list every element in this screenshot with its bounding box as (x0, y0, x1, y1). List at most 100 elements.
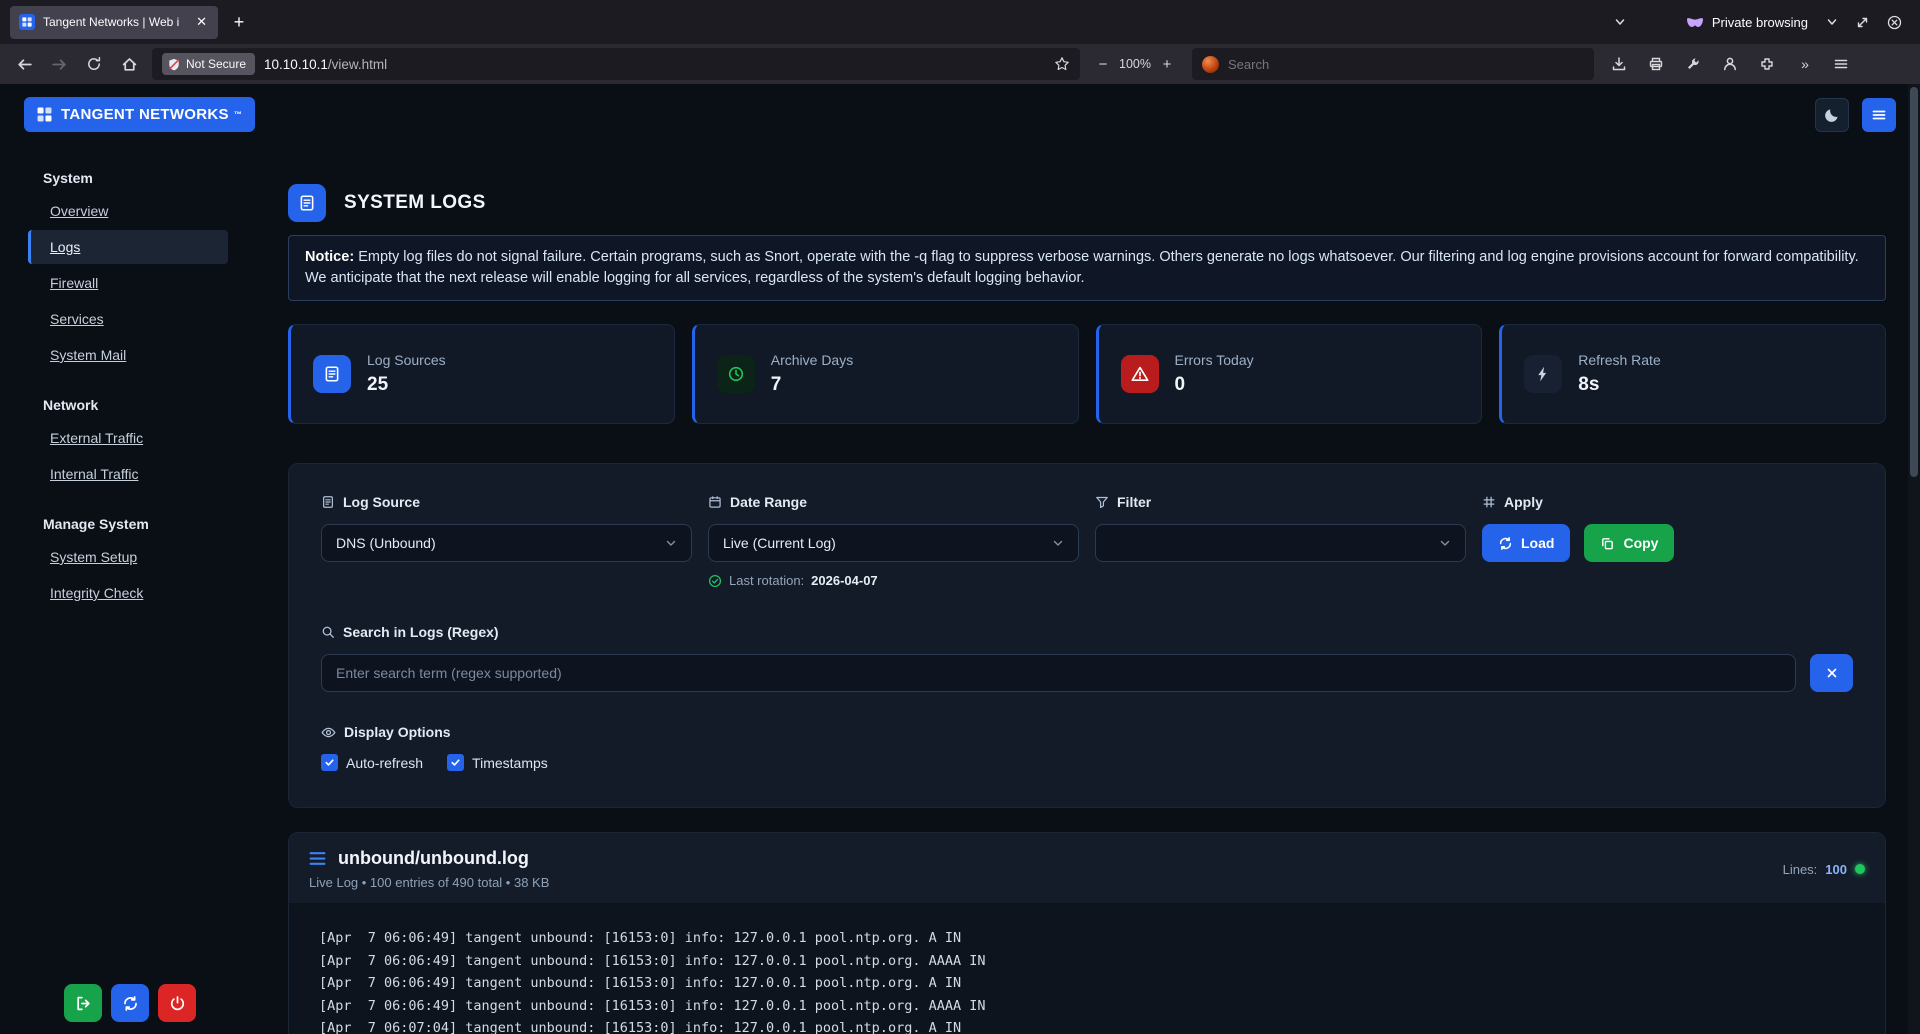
copy-button-label: Copy (1623, 535, 1658, 551)
chevron-down-icon (1439, 537, 1451, 549)
overflow-menu-button[interactable]: » (1788, 49, 1820, 79)
shield-icon (168, 58, 180, 71)
zoom-out-button[interactable]: − (1091, 51, 1115, 77)
sidebar-section-system: System (24, 170, 228, 186)
date-range-value: Live (Current Log) (723, 535, 836, 551)
apply-group: Apply Load Copy (1482, 494, 1853, 588)
reload-button[interactable] (78, 49, 110, 79)
sidebar-item-integrity-check[interactable]: Integrity Check (28, 576, 228, 610)
last-rotation: Last rotation: 2026-04-07 (708, 573, 1079, 588)
date-range-select[interactable]: Live (Current Log) (708, 524, 1079, 562)
sidebar-item-services[interactable]: Services (28, 302, 228, 336)
stat-label: Archive Days (771, 352, 853, 368)
notice-text: Empty log files do not signal failure. C… (305, 249, 1859, 286)
page-title: SYSTEM LOGS (344, 192, 486, 214)
log-line: [Apr 7 06:06:49] tangent unbound: [16153… (319, 972, 1861, 995)
stats-row: Log Sources25 Archive Days7 Errors Today… (288, 324, 1886, 424)
nav-menu-button[interactable] (1862, 98, 1896, 132)
funnel-icon (1095, 495, 1109, 509)
auto-refresh-checkbox[interactable]: Auto-refresh (321, 754, 423, 771)
print-button[interactable] (1640, 49, 1672, 79)
timestamps-checkbox[interactable]: Timestamps (447, 754, 548, 771)
notice-banner: Notice: Empty log files do not signal fa… (288, 235, 1886, 301)
last-rotation-label: Last rotation: (729, 573, 804, 588)
window-chevron-icon[interactable] (1826, 16, 1838, 28)
url-host: 10.10.10.1 (264, 57, 328, 72)
log-menu-icon[interactable] (309, 851, 326, 866)
brand-logo[interactable]: TANGENT NETWORKS™ (24, 97, 255, 132)
power-button[interactable] (158, 984, 196, 1022)
sidebar-item-overview[interactable]: Overview (28, 194, 228, 228)
date-range-group: Date Range Live (Current Log) Last rotat… (708, 494, 1079, 588)
back-button[interactable] (8, 49, 40, 79)
log-source-select[interactable]: DNS (Unbound) (321, 524, 692, 562)
log-viewer-header: unbound/unbound.log Live Log • 100 entri… (289, 833, 1885, 903)
security-badge-label: Not Secure (186, 57, 246, 71)
sidebar-item-system-setup[interactable]: System Setup (28, 540, 228, 574)
forward-button[interactable] (43, 49, 75, 79)
tab-close-icon[interactable]: ✕ (194, 14, 209, 30)
extensions-button[interactable] (1751, 49, 1783, 79)
home-button[interactable] (113, 49, 145, 79)
new-tab-button[interactable]: + (224, 7, 254, 37)
last-rotation-value: 2026-04-07 (811, 573, 878, 588)
browser-menu-button[interactable] (1825, 49, 1857, 79)
stat-value: 25 (367, 374, 446, 396)
sidebar-section-manage: Manage System (24, 516, 228, 532)
chevron-down-icon (665, 537, 677, 549)
search-engine-icon[interactable] (1202, 56, 1219, 73)
zoom-controls: − 100% + (1087, 51, 1183, 77)
log-search-label: Search in Logs (Regex) (343, 624, 499, 640)
zoom-in-button[interactable]: + (1155, 51, 1179, 77)
browser-toolbar: Not Secure 10.10.10.1/view.html − 100% +… (0, 44, 1920, 84)
copy-button[interactable]: Copy (1584, 524, 1674, 562)
sidebar-item-firewall[interactable]: Firewall (28, 266, 228, 300)
mask-icon (1686, 17, 1704, 28)
log-output: [Apr 7 06:06:49] tangent unbound: [16153… (289, 903, 1885, 1034)
log-search-input[interactable] (321, 654, 1796, 692)
browser-tab-bar: Tangent Networks | Web i ✕ + Private bro… (0, 0, 1920, 44)
clear-search-button[interactable] (1810, 654, 1853, 692)
sidebar-item-internal-traffic[interactable]: Internal Traffic (28, 457, 228, 491)
downloads-button[interactable] (1603, 49, 1635, 79)
account-button[interactable] (1714, 49, 1746, 79)
checkbox-checked-icon (447, 754, 464, 771)
close-window-icon[interactable] (1887, 15, 1902, 30)
sidebar-item-logs[interactable]: Logs (28, 230, 228, 264)
refresh-system-button[interactable] (111, 984, 149, 1022)
log-line: [Apr 7 06:07:04] tangent unbound: [16153… (319, 1017, 1861, 1034)
zoom-level[interactable]: 100% (1119, 57, 1151, 71)
power-icon (169, 995, 186, 1012)
stat-card-archive-days: Archive Days7 (692, 324, 1079, 424)
date-range-label: Date Range (730, 494, 807, 510)
status-dot (1855, 864, 1865, 874)
stat-card-log-sources: Log Sources25 (288, 324, 675, 424)
tools-wrench-icon[interactable] (1677, 49, 1709, 79)
checkbox-checked-icon (321, 754, 338, 771)
grid-logo-icon (37, 107, 52, 122)
sidebar-item-system-mail[interactable]: System Mail (28, 338, 228, 372)
filter-select[interactable] (1095, 524, 1466, 562)
browser-search-bar[interactable] (1192, 48, 1594, 80)
filter-label: Filter (1117, 494, 1151, 510)
load-button[interactable]: Load (1482, 524, 1570, 562)
tab-favicon-icon (19, 14, 35, 30)
browser-search-input[interactable] (1228, 57, 1584, 72)
sidebar-item-external-traffic[interactable]: External Traffic (28, 421, 228, 455)
brand-trademark: ™ (234, 110, 242, 119)
logout-button[interactable] (64, 984, 102, 1022)
browser-tab[interactable]: Tangent Networks | Web i ✕ (10, 6, 218, 39)
bookmark-star-icon[interactable] (1054, 56, 1070, 72)
list-tabs-chevron-icon[interactable] (1614, 16, 1626, 28)
restore-window-icon[interactable] (1856, 16, 1869, 29)
url-bar[interactable]: Not Secure 10.10.10.1/view.html (152, 48, 1080, 80)
page-title-icon (288, 184, 326, 222)
theme-toggle-button[interactable] (1815, 98, 1849, 132)
not-secure-badge[interactable]: Not Secure (162, 53, 255, 75)
scrollbar-thumb[interactable] (1910, 87, 1918, 477)
log-line: [Apr 7 06:06:49] tangent unbound: [16153… (319, 927, 1861, 950)
stat-value: 8s (1578, 374, 1660, 396)
url-path: /view.html (328, 57, 387, 72)
log-source-label: Log Source (343, 494, 420, 510)
close-icon (1825, 666, 1839, 680)
